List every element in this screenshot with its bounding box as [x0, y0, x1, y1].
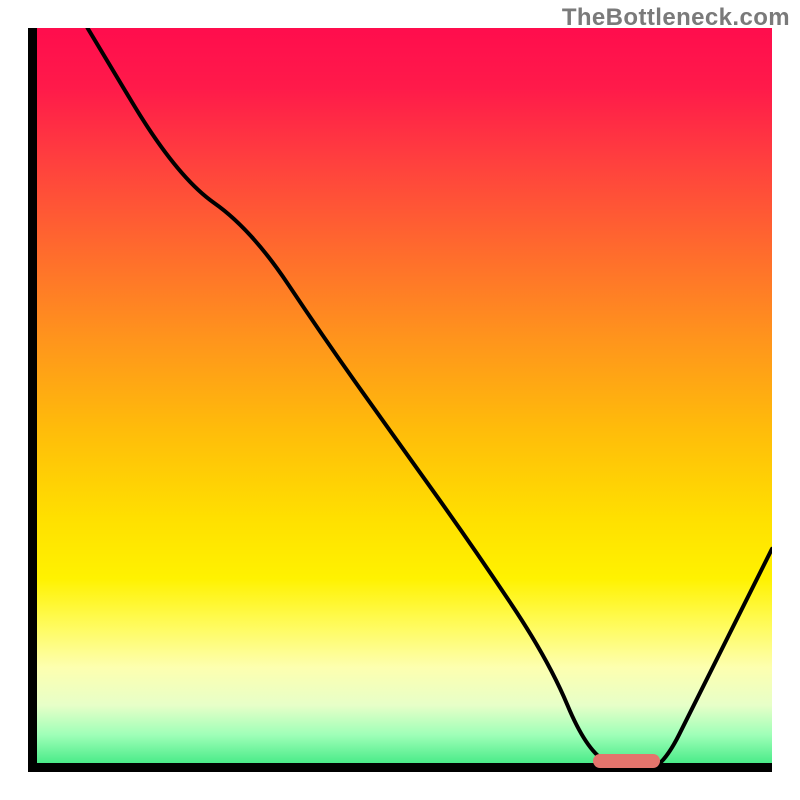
- bottleneck-chart: TheBottleneck.com: [0, 0, 800, 800]
- optimal-range-marker: [593, 754, 660, 768]
- plot-area: [28, 28, 772, 772]
- watermark-text: TheBottleneck.com: [562, 4, 790, 32]
- curve-svg: [28, 28, 772, 772]
- bottleneck-curve-path: [88, 28, 772, 772]
